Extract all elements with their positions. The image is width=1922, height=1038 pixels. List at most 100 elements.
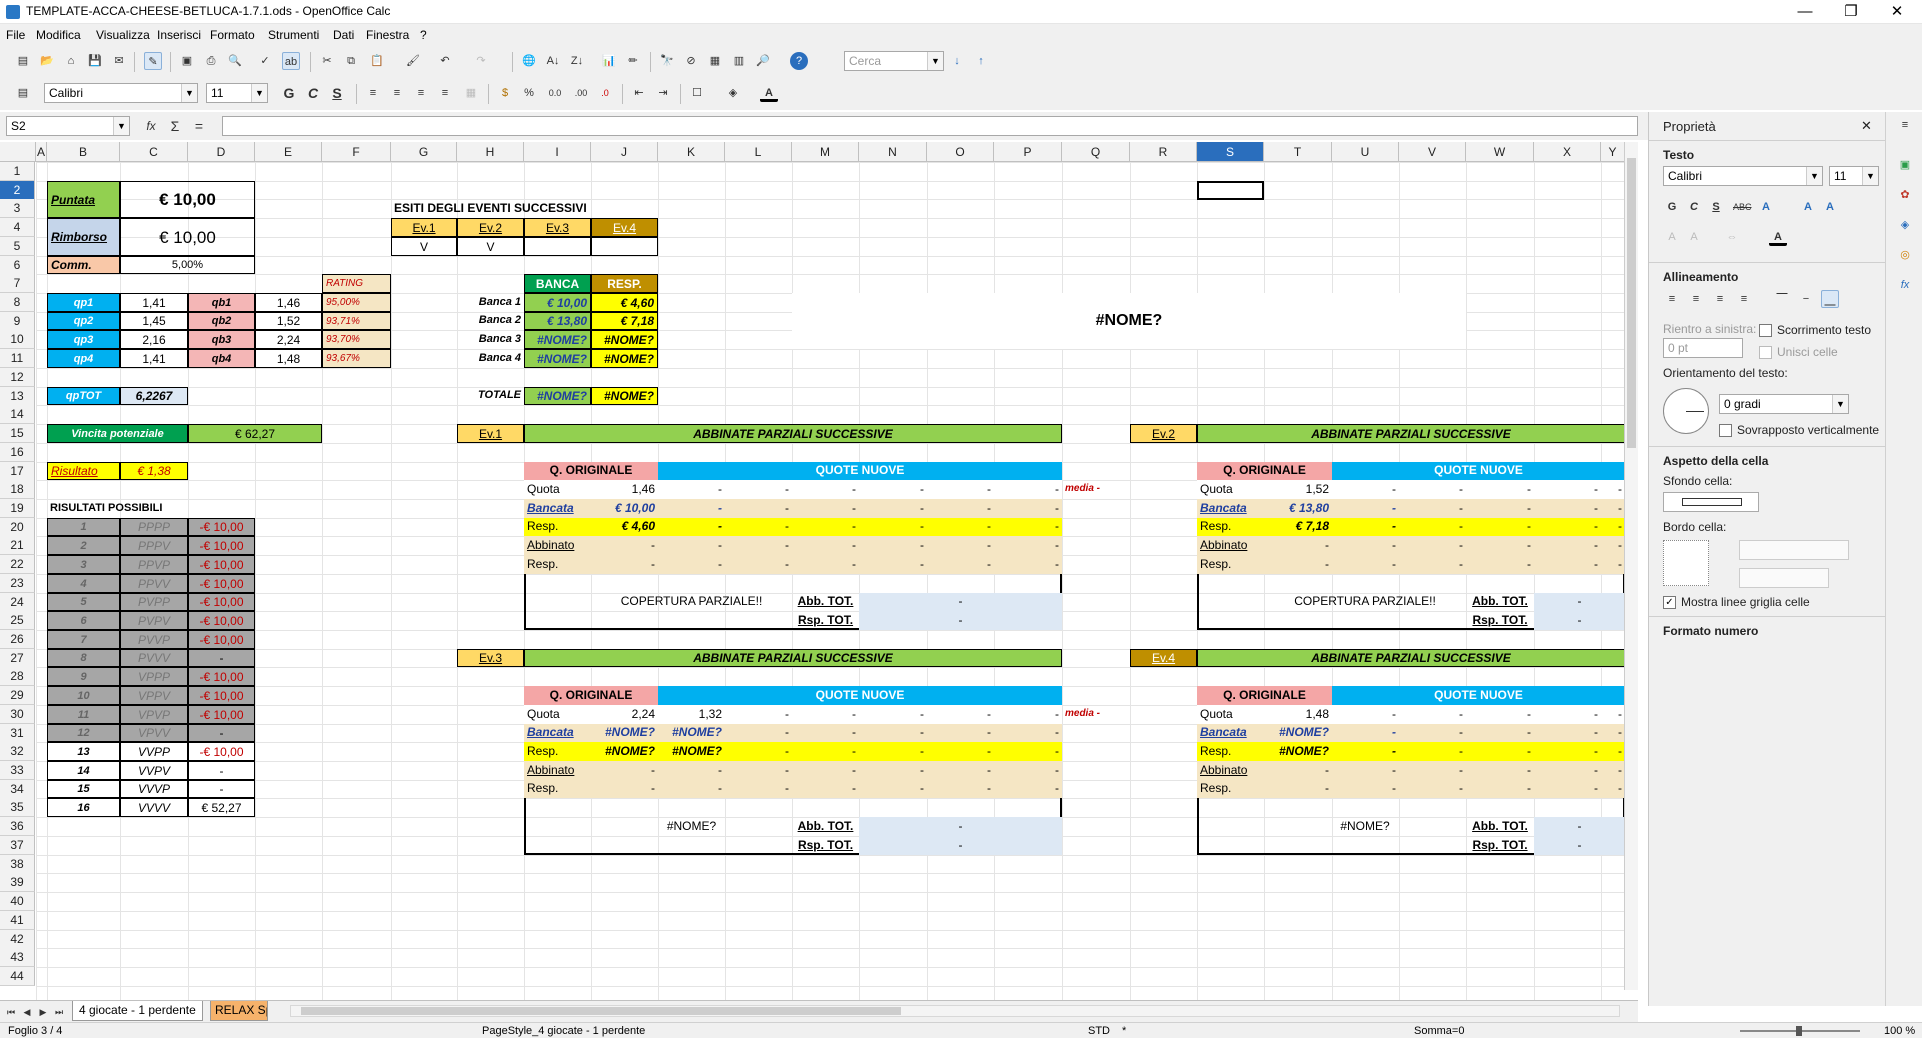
remove-decimal-icon[interactable]: .0 [596, 84, 614, 102]
column-header[interactable]: Q [1062, 142, 1130, 162]
rsp-tot-label[interactable]: Rsp. TOT. [792, 611, 859, 630]
row-header[interactable]: 1 [0, 162, 35, 181]
panel-dash[interactable]: - [927, 499, 994, 518]
panel-dash[interactable]: - [725, 705, 792, 724]
panel-dash[interactable]: - [1601, 724, 1625, 742]
last-sheet-icon[interactable]: ⏭ [50, 1003, 68, 1021]
find-previous-icon[interactable]: ↑ [972, 52, 990, 70]
panel-original-value[interactable]: 1,46 [591, 480, 658, 499]
resp-header[interactable]: RESP. [591, 274, 658, 293]
esito-label[interactable]: Ev.1 [391, 218, 457, 237]
risultato-n[interactable]: 1 [47, 518, 120, 536]
qp-label[interactable]: qp2 [47, 312, 120, 330]
gallery-deck-icon[interactable]: ◈ [1896, 216, 1914, 234]
justify-icon[interactable]: ≡ [436, 84, 454, 102]
risultato-value[interactable]: -€ 10,00 [188, 574, 255, 593]
column-header[interactable]: R [1130, 142, 1197, 162]
panel-new-value[interactable]: - [1332, 499, 1399, 518]
abb-tot-label[interactable]: Abb. TOT. [792, 593, 859, 611]
resp-value[interactable]: € 4,60 [591, 293, 658, 312]
risultato-value[interactable]: -€ 10,00 [188, 555, 255, 574]
panel-dash[interactable]: - [1466, 499, 1534, 518]
row-header[interactable]: 6 [0, 256, 35, 275]
column-header[interactable]: U [1332, 142, 1399, 162]
corner-cell[interactable] [0, 142, 36, 162]
risultato-n[interactable]: 4 [47, 574, 120, 593]
functions-deck-icon[interactable]: fx [1896, 276, 1914, 294]
risultato-n[interactable]: 9 [47, 667, 120, 686]
row-header[interactable]: 18 [0, 480, 35, 499]
abb-tot-value[interactable]: - [1534, 593, 1625, 611]
row-header[interactable]: 33 [0, 761, 35, 780]
undo-icon[interactable]: ↶ [436, 52, 454, 70]
panel-original-value[interactable]: #NOME? [1264, 742, 1332, 761]
align-center-icon[interactable]: ≡ [388, 84, 406, 102]
panel-dash[interactable]: - [1466, 555, 1534, 574]
risultato-value[interactable]: -€ 10,00 [188, 686, 255, 705]
strikethrough-icon[interactable]: ABC [1733, 198, 1752, 216]
spellcheck-icon[interactable]: ✓ [256, 52, 274, 70]
panel-dash[interactable]: - [859, 724, 927, 742]
rating-header[interactable]: RATING [322, 274, 391, 293]
menu-dati[interactable]: Dati [333, 28, 354, 42]
panel-dash[interactable]: - [1534, 555, 1601, 574]
panel-row-label[interactable]: Resp. [524, 780, 591, 798]
align-left-icon[interactable]: ≡ [364, 84, 382, 102]
column-header[interactable]: L [725, 142, 792, 162]
rsp-tot-label[interactable]: Rsp. TOT. [792, 836, 859, 855]
column-header[interactable]: I [524, 142, 591, 162]
risultato-n[interactable]: 3 [47, 555, 120, 574]
row-header[interactable]: 29 [0, 686, 35, 705]
risultato-code[interactable]: VVVP [120, 780, 188, 798]
row-header[interactable]: 16 [0, 443, 35, 462]
row-header[interactable]: 23 [0, 574, 35, 593]
row-header[interactable]: 2 [0, 181, 35, 200]
number-format-icon[interactable]: 0.0 [546, 84, 564, 102]
background-color-icon[interactable]: ◈ [724, 84, 742, 102]
panel-dash[interactable]: - [1534, 536, 1601, 555]
panel-new-value[interactable]: - [1332, 536, 1399, 555]
panel-title[interactable]: ABBINATE PARZIALI SUCCESSIVE [1197, 649, 1625, 667]
banca-value[interactable]: € 10,00 [524, 293, 591, 312]
panel-dash[interactable]: - [1399, 480, 1466, 499]
panel-dash[interactable]: - [792, 499, 859, 518]
panel-dash[interactable]: - [792, 742, 859, 761]
line-color-picker[interactable] [1739, 568, 1829, 588]
resp-value[interactable]: #NOME? [591, 349, 658, 368]
navigator-deck-icon[interactable]: ◎ [1896, 246, 1914, 264]
menu-file[interactable]: File [6, 28, 25, 42]
panel-dash[interactable]: - [1399, 518, 1466, 536]
risultato-value[interactable]: - [188, 780, 255, 798]
chevron-down-icon[interactable]: ▼ [251, 84, 267, 102]
close-sidebar-button[interactable]: ✕ [1861, 118, 1872, 134]
zoom-slider[interactable] [1740, 1026, 1860, 1036]
panel-dash[interactable]: - [1534, 780, 1601, 798]
panel-dash[interactable]: - [927, 761, 994, 780]
sb-justify-icon[interactable]: ≡ [1735, 290, 1753, 308]
status-mode[interactable]: STD [1088, 1025, 1110, 1037]
qp-value[interactable]: 2,16 [120, 330, 188, 349]
redo-icon[interactable]: ↷ [472, 52, 490, 70]
panel-dash[interactable]: - [927, 780, 994, 798]
panel-dash[interactable]: - [927, 480, 994, 499]
panel-dash[interactable]: - [725, 780, 792, 798]
panel-dash[interactable]: - [1399, 536, 1466, 555]
panel-row-label[interactable]: Quota [524, 480, 591, 499]
risultato-label[interactable]: Risultato [47, 462, 120, 480]
column-header[interactable]: B [47, 142, 120, 162]
risultato-value[interactable]: -€ 10,00 [188, 593, 255, 611]
qptot-value[interactable]: 6,2267 [120, 387, 188, 405]
border-picker[interactable] [1663, 540, 1709, 586]
panel-dash[interactable]: - [994, 742, 1062, 761]
risultato-value[interactable]: -€ 10,00 [188, 667, 255, 686]
row-header[interactable]: 42 [0, 930, 35, 949]
risultato-n[interactable]: 12 [47, 724, 120, 742]
risultato-code[interactable]: PVPV [120, 611, 188, 630]
risultato-code[interactable]: VPPP [120, 667, 188, 686]
column-header[interactable]: D [188, 142, 255, 162]
risultato-n[interactable]: 15 [47, 780, 120, 798]
row-header[interactable]: 22 [0, 555, 35, 574]
font-size-combo[interactable]: 11 ▼ [206, 83, 268, 103]
new-icon[interactable]: ▤ [14, 52, 32, 70]
copertura-text[interactable]: COPERTURA PARZIALE!! [1264, 593, 1466, 611]
